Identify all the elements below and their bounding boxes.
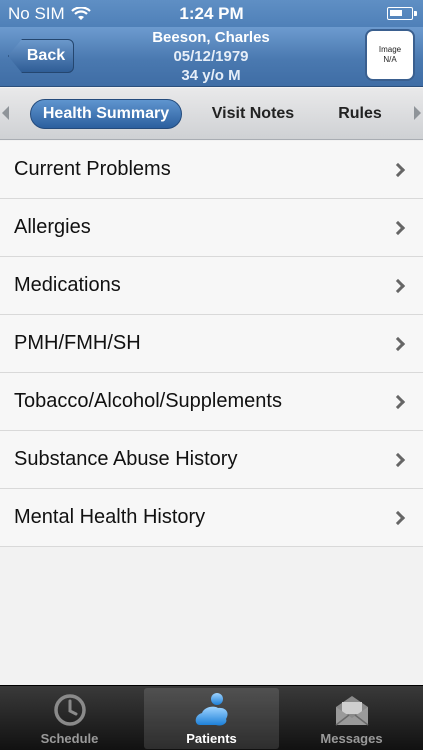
battery-icon (387, 7, 417, 20)
list-item-label: Mental Health History (14, 506, 206, 528)
tab-health-summary[interactable]: Health Summary (30, 99, 182, 129)
chevron-right-icon (390, 336, 406, 351)
chevron-right-icon (390, 278, 406, 293)
patients-icon (195, 693, 228, 726)
tab-messages-label: Messages (320, 731, 383, 746)
list-item-substance-abuse-history[interactable]: Substance Abuse History (0, 431, 423, 489)
health-summary-list: Current Problems Allergies Medications P… (0, 141, 423, 547)
tab-schedule-label: Schedule (40, 731, 99, 746)
chevron-right-icon (390, 394, 406, 409)
tab-messages[interactable]: Messages (284, 688, 419, 749)
status-left: No SIM (8, 4, 91, 24)
back-button[interactable]: Back (8, 39, 74, 73)
list-item-mental-health-history[interactable]: Mental Health History (0, 489, 423, 547)
list-item-pmh-fmh-sh[interactable]: PMH/FMH/SH (0, 315, 423, 373)
wifi-icon (70, 6, 91, 20)
list-item-label: Tobacco/Alcohol/Supplements (14, 390, 282, 412)
tab-visit-notes[interactable]: Visit Notes (208, 99, 298, 129)
patient-age: 34 y/o M (181, 67, 241, 84)
patient-photo-placeholder[interactable]: Image N/A (365, 29, 415, 81)
tab-patients-label: Patients (186, 731, 237, 746)
chevron-right-icon (390, 510, 406, 525)
clock-icon (53, 694, 86, 726)
segment-bar: Health Summary Visit Notes Rules (0, 88, 423, 140)
list-item-current-problems[interactable]: Current Problems (0, 141, 423, 199)
list-item-allergies[interactable]: Allergies (0, 199, 423, 257)
patient-name: Beeson, Charles (152, 29, 270, 46)
patient-dob: 05/12/1979 (173, 48, 249, 65)
chevron-right-icon (390, 452, 406, 467)
list-item-label: Medications (14, 274, 121, 296)
tab-patients[interactable]: Patients (144, 688, 279, 749)
list-item-label: Substance Abuse History (14, 448, 238, 470)
tab-schedule[interactable]: Schedule (2, 688, 137, 749)
envelope-icon (335, 696, 368, 726)
chevron-right-icon (390, 162, 406, 177)
list-item-label: Allergies (14, 216, 91, 238)
list-item-label: PMH/FMH/SH (14, 332, 141, 354)
patient-header: Back Beeson, Charles 05/12/1979 34 y/o M… (0, 27, 423, 87)
patient-info: Beeson, Charles 05/12/1979 34 y/o M (100, 28, 322, 85)
list-item-label: Current Problems (14, 158, 171, 180)
image-placeholder-text: Image N/A (378, 45, 402, 64)
list-item-medications[interactable]: Medications (0, 257, 423, 315)
scroll-left-icon[interactable] (2, 106, 9, 120)
tab-rules[interactable]: Rules (330, 99, 390, 129)
chevron-right-icon (390, 220, 406, 235)
scroll-right-icon[interactable] (414, 106, 421, 120)
list-item-tobacco-alcohol-supplements[interactable]: Tobacco/Alcohol/Supplements (0, 373, 423, 431)
carrier-label: No SIM (8, 3, 65, 23)
status-bar: No SIM 1:24 PM (0, 0, 423, 27)
bottom-tab-bar: Schedule Patients Messages (0, 685, 423, 750)
